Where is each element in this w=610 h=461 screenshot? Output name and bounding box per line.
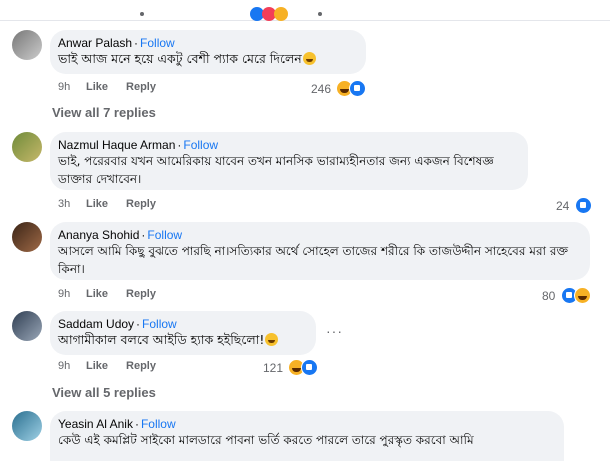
separator-dot <box>140 12 144 16</box>
like-reaction-icon <box>574 197 592 215</box>
commenter-name[interactable]: Saddam Udoy <box>58 317 134 331</box>
reply-button[interactable]: Reply <box>126 198 156 210</box>
grinning-emoji-icon <box>302 52 316 65</box>
follow-link[interactable]: Follow <box>147 228 182 242</box>
comment-actions: 9h Like Reply <box>58 360 156 372</box>
haha-reaction-icon <box>573 287 591 305</box>
follow-link[interactable]: Follow <box>183 138 218 152</box>
top-reactions-strip <box>0 0 610 21</box>
comment-actions: 9h Like Reply <box>58 288 156 300</box>
follow-link[interactable]: Follow <box>141 417 176 431</box>
follow-link[interactable]: Follow <box>140 36 175 50</box>
reply-button[interactable]: Reply <box>126 81 156 93</box>
like-button[interactable]: Like <box>86 360 108 372</box>
like-button[interactable]: Like <box>86 288 108 300</box>
reply-button[interactable]: Reply <box>126 360 156 372</box>
avatar[interactable] <box>12 311 42 341</box>
reaction-summary[interactable]: 121 <box>263 359 319 377</box>
comment-time[interactable]: 9h <box>58 288 86 300</box>
reply-button[interactable]: Reply <box>126 288 156 300</box>
comment-time[interactable]: 9h <box>58 360 86 372</box>
like-button[interactable]: Like <box>86 198 108 210</box>
name-separator: · <box>134 417 139 431</box>
more-options-button[interactable]: ··· <box>326 323 343 339</box>
reaction-count: 24 <box>556 198 570 213</box>
comment-text: আগামীকাল বলবে আইডি হ্যাক হইছিলো! <box>58 332 265 347</box>
comment-actions: 9h Like Reply <box>58 81 156 93</box>
comment-bubble: Ananya Shohid · Follow আসলে আমি কিছু বুঝতে… <box>50 222 590 280</box>
comment-text: ভাই আজ মনে হয়ে একটু বেশী প্যাক মেরে দিল… <box>58 51 302 66</box>
avatar[interactable] <box>12 222 42 252</box>
name-separator: · <box>134 36 139 50</box>
reaction-summary[interactable]: 80 <box>542 287 591 305</box>
name-separator: · <box>141 228 146 242</box>
comment-text: ভাই, পরেরবার যখন আমেরিকায় যাবেন তখন মান… <box>58 154 494 186</box>
like-button[interactable]: Like <box>86 81 108 93</box>
comment-text: আসলে আমি কিছু বুঝতে পারছি না।সত্যিকার অর… <box>58 244 569 276</box>
commenter-name[interactable]: Yeasin Al Anik <box>58 417 133 431</box>
separator-dot <box>318 12 322 16</box>
view-replies-link[interactable]: View all 5 replies <box>52 385 156 400</box>
reaction-count: 121 <box>263 360 284 375</box>
grinning-emoji-icon <box>265 333 279 346</box>
like-reaction-icon <box>349 80 367 98</box>
name-separator: · <box>177 138 182 152</box>
follow-link[interactable]: Follow <box>142 317 177 331</box>
comment-time[interactable]: 9h <box>58 81 86 93</box>
reaction-summary[interactable]: 24 <box>556 197 592 215</box>
avatar[interactable] <box>12 411 42 441</box>
avatar[interactable] <box>12 30 42 60</box>
haha-reaction-icon <box>274 7 288 21</box>
comment-bubble: Nazmul Haque Arman · Follow ভাই, পরেরবার য… <box>50 132 528 190</box>
commenter-name[interactable]: Anwar Palash <box>58 36 132 50</box>
commenter-name[interactable]: Ananya Shohid <box>58 228 139 242</box>
comment-bubble: Anwar Palash · Follow ভাই আজ মনে হয়ে একটু… <box>50 30 366 74</box>
view-replies-link[interactable]: View all 7 replies <box>52 105 156 120</box>
commenter-name[interactable]: Nazmul Haque Arman <box>58 138 175 152</box>
comment-time[interactable]: 3h <box>58 198 86 210</box>
comment-bubble: Yeasin Al Anik · Follow কেউ এই কমপ্লিট সাই… <box>50 411 564 461</box>
name-separator: · <box>136 317 141 331</box>
reaction-summary[interactable]: 246 <box>311 80 367 98</box>
comment-bubble: Saddam Udoy · Follow আগামীকাল বলবে আইডি হ্… <box>50 311 316 355</box>
comment-text: কেউ এই কমপ্লিট সাইকো মালডারে পাবনা ভর্তি… <box>58 433 474 447</box>
avatar[interactable] <box>12 132 42 162</box>
comment-actions: 3h Like Reply <box>58 198 156 210</box>
reaction-count: 80 <box>542 288 556 303</box>
reaction-count: 246 <box>311 81 332 96</box>
like-reaction-icon <box>301 359 319 377</box>
